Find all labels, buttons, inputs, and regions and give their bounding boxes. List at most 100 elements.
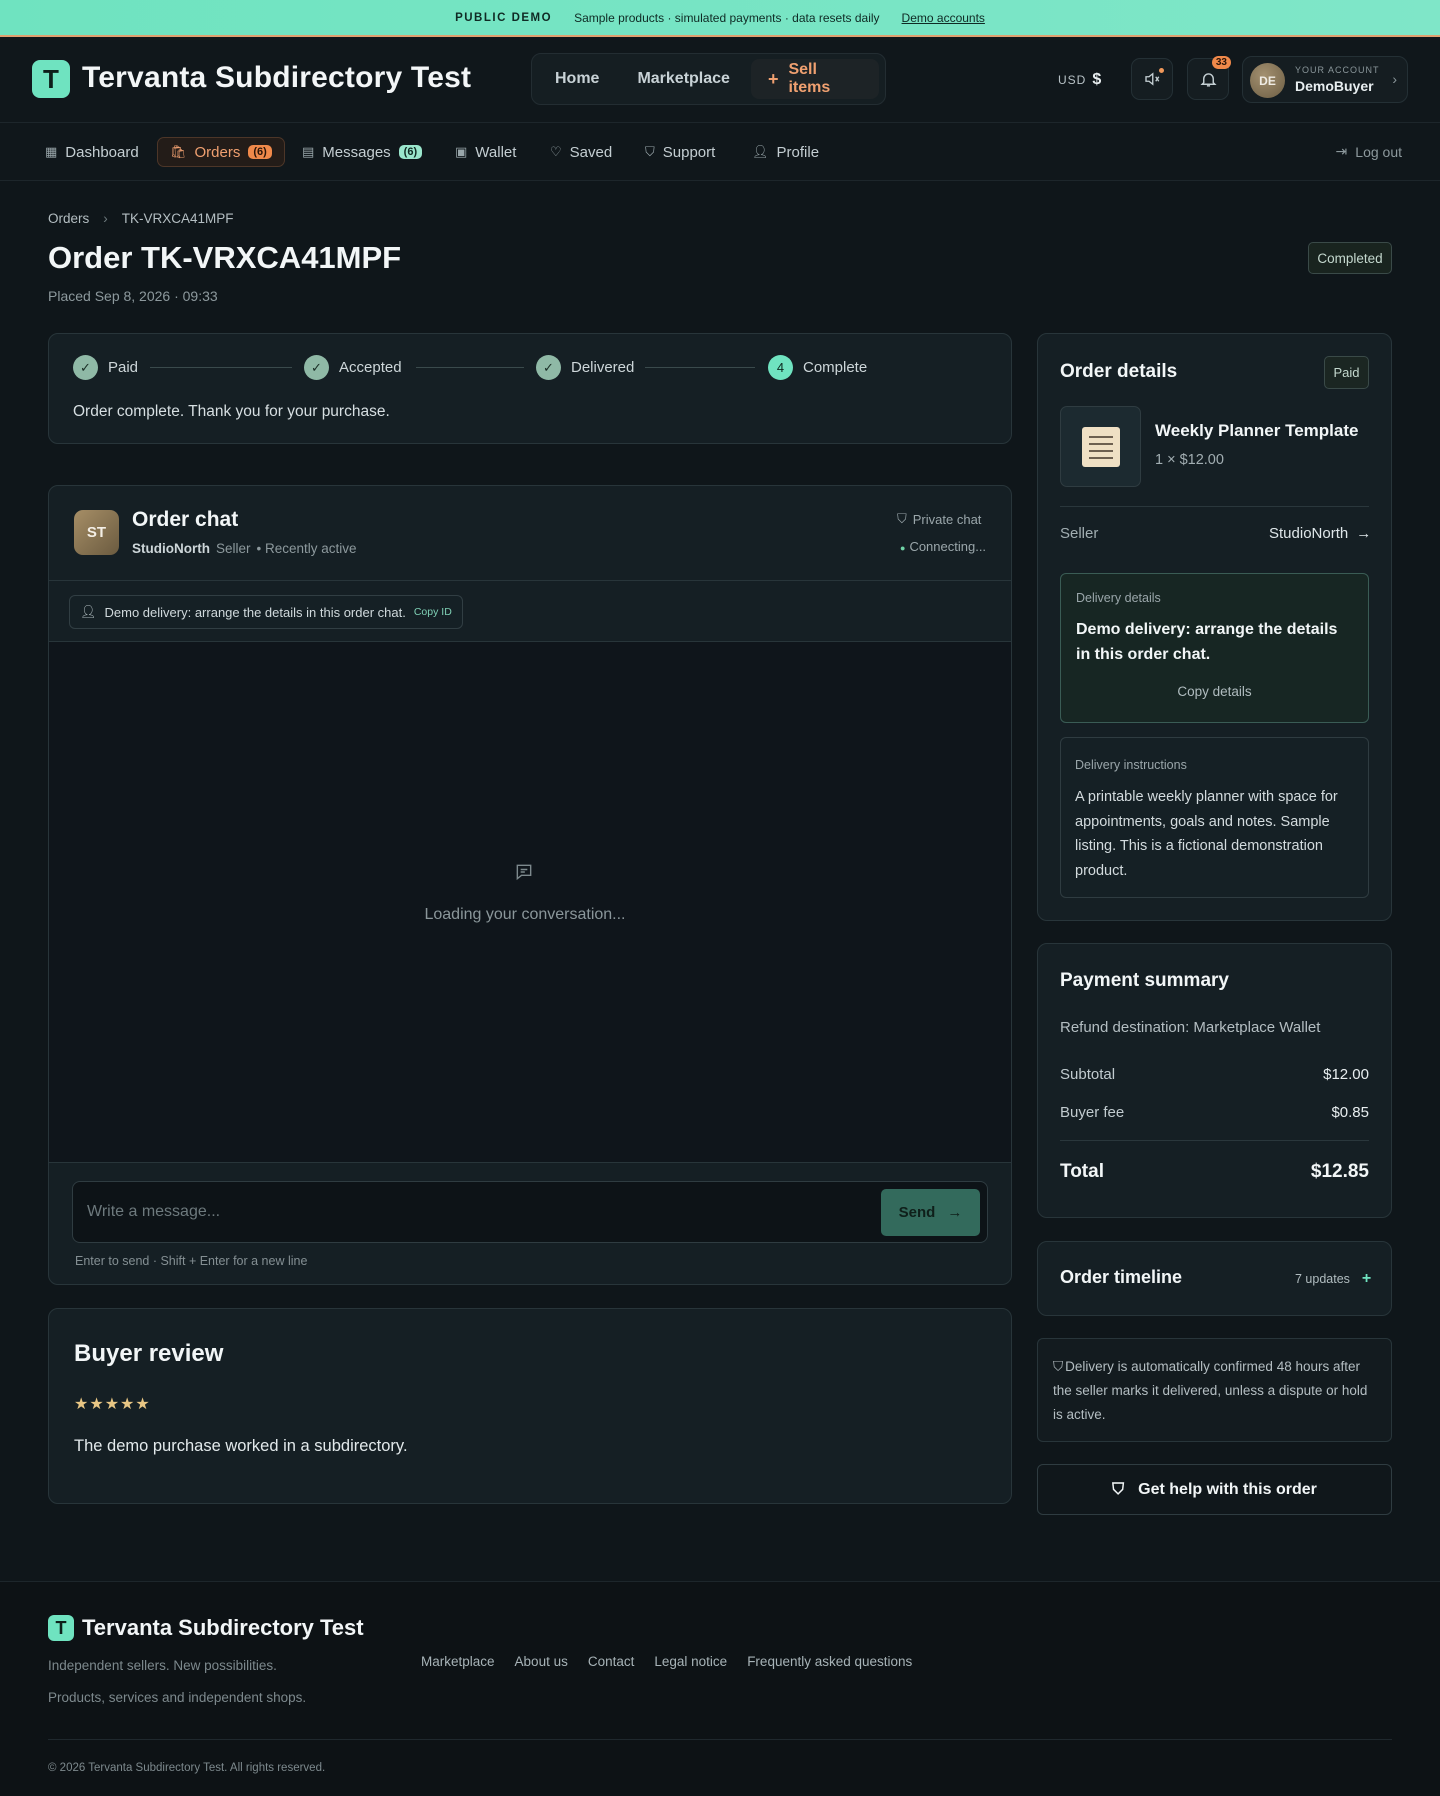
connection-status: ● Connecting...: [900, 539, 986, 554]
site-header: T Tervanta Subdirectory Test Home Market…: [0, 37, 1440, 123]
step-paid: ✓ Paid: [73, 355, 138, 380]
footer-logo-icon[interactable]: T: [48, 1615, 74, 1641]
currency-code: USD: [1058, 73, 1087, 87]
get-help-label: Get help with this order: [1138, 1480, 1317, 1498]
step-label: Complete: [803, 359, 868, 376]
notifications-button[interactable]: 33: [1187, 56, 1231, 100]
auto-confirm-text: ⛉ Delivery is automatically confirmed 48 …: [1053, 1355, 1378, 1427]
chevron-right-icon: ›: [103, 211, 108, 226]
logout-button[interactable]: ⇥ Log out: [1336, 143, 1402, 160]
subnav-label: Wallet: [475, 143, 517, 161]
plus-icon: +: [767, 68, 779, 89]
subtotal-label: Subtotal: [1060, 1066, 1116, 1083]
get-help-button[interactable]: ⛉ Get help with this order: [1037, 1464, 1392, 1515]
user-icon: 👤︎: [752, 144, 769, 159]
subnav-label: Saved: [569, 143, 613, 161]
footer-link-marketplace[interactable]: Marketplace: [421, 1654, 495, 1669]
review-text: The demo purchase worked in a subdirecto…: [74, 1437, 408, 1455]
wallet-icon: ▣: [455, 144, 468, 159]
timeline-toggle[interactable]: 7 updates +: [1295, 1270, 1371, 1288]
chat-bubble-icon: [514, 862, 534, 887]
brand-name[interactable]: Tervanta Subdirectory Test: [82, 61, 471, 95]
chevron-right-icon: ›: [1392, 71, 1397, 87]
footer-link-faq[interactable]: Frequently asked questions: [747, 1654, 912, 1669]
footer-link-contact[interactable]: Contact: [588, 1654, 635, 1669]
step-connector: [150, 367, 292, 368]
composer-hint: Enter to send · Shift + Enter for a new …: [75, 1254, 308, 1268]
step-delivered: ✓ Delivered: [536, 355, 634, 380]
progress-message: Order complete. Thank you for your purch…: [73, 403, 390, 420]
breadcrumb-current: TK-VRXCA41MPF: [121, 211, 234, 226]
send-button[interactable]: Send →: [881, 1189, 980, 1236]
breadcrumb-orders[interactable]: Orders: [48, 211, 89, 226]
shield-check-icon: ⛉: [897, 511, 907, 526]
subnav-label: Dashboard: [65, 143, 139, 161]
timeline-count: 7 updates: [1295, 1272, 1350, 1286]
unread-dot: [1159, 68, 1164, 73]
delivery-details-text: Demo delivery: arrange the details in th…: [1076, 621, 1338, 663]
subnav-wallet[interactable]: ▣ Wallet: [443, 137, 528, 167]
sell-items-button[interactable]: + Sell items: [750, 59, 879, 99]
footer-link-about[interactable]: About us: [515, 1654, 568, 1669]
heart-icon: ♡: [550, 144, 562, 159]
nav-home[interactable]: Home: [538, 59, 616, 99]
status-dot-icon: ●: [900, 543, 906, 553]
refund-destination: Refund destination: Marketplace Wallet: [1060, 1019, 1321, 1036]
message-input[interactable]: [87, 1198, 867, 1226]
subnav-support[interactable]: ⛉ Support: [633, 137, 727, 167]
currency-selector[interactable]: USD $: [1058, 71, 1102, 89]
seller-name[interactable]: StudioNorth: [132, 541, 210, 556]
product-name[interactable]: Weekly Planner Template: [1155, 421, 1358, 441]
buyer-review-card: [48, 1308, 1012, 1504]
bell-icon: [1199, 72, 1217, 87]
auto-confirm-message: Delivery is automatically confirmed 48 h…: [1053, 1359, 1368, 1422]
private-chat-text: Private chat: [912, 511, 982, 527]
buyer-fee-value: $0.85: [1331, 1104, 1369, 1121]
private-chat-label: ⛉ Private chat: [897, 511, 981, 527]
chat-messages-area[interactable]: [49, 641, 1011, 1163]
seller-label: Seller: [1060, 525, 1099, 542]
divider: [1060, 1140, 1369, 1141]
copy-id-button[interactable]: Copy ID: [414, 606, 452, 618]
status-badge: Completed: [1308, 242, 1392, 274]
product-thumbnail[interactable]: [1060, 406, 1141, 487]
footer-tagline: Independent sellers. New possibilities.: [48, 1658, 277, 1673]
logout-icon: ⇥: [1335, 143, 1348, 159]
send-label: Send: [898, 1204, 936, 1221]
account-menu[interactable]: DE YOUR ACCOUNT DemoBuyer ›: [1242, 56, 1408, 103]
copy-details-button[interactable]: Copy details: [1060, 684, 1369, 699]
message-icon: ▤: [302, 144, 315, 159]
footer-brand[interactable]: Tervanta Subdirectory Test: [82, 1615, 364, 1641]
seller-value: StudioNorth: [1269, 525, 1349, 542]
chat-participant: StudioNorth Seller • Recently active: [132, 541, 357, 556]
subnav-orders[interactable]: 🛍︎ Orders (6): [157, 137, 285, 167]
nav-marketplace[interactable]: Marketplace: [620, 59, 747, 99]
seller-avatar: ST: [74, 510, 119, 555]
document-icon: [1081, 426, 1120, 467]
subnav-dashboard[interactable]: ▦ Dashboard: [33, 137, 151, 167]
chat-title: Order chat: [132, 508, 239, 531]
logo-icon[interactable]: T: [32, 60, 70, 98]
footer-tagline-secondary: Products, services and independent shops…: [48, 1690, 307, 1705]
loading-text: Loading your conversation...: [424, 906, 626, 923]
subnav-profile[interactable]: 👤︎ Profile: [740, 137, 831, 167]
subnav-label: Profile: [776, 143, 820, 161]
subnav-label: Orders: [194, 143, 241, 161]
payment-summary-title: Payment summary: [1060, 970, 1229, 991]
subtotal-value: $12.00: [1323, 1066, 1369, 1083]
subnav-messages[interactable]: ▤ Messages (6): [290, 137, 434, 167]
step-label: Delivered: [571, 359, 635, 376]
footer-link-legal[interactable]: Legal notice: [654, 1654, 727, 1669]
shield-check-icon: ⛉: [1112, 1480, 1125, 1498]
mute-button[interactable]: [1131, 58, 1173, 100]
subnav-saved[interactable]: ♡ Saved: [538, 137, 624, 167]
step-accepted: ✓ Accepted: [304, 355, 402, 380]
shield-icon: ⛉: [645, 144, 655, 159]
account-label: YOUR ACCOUNT: [1295, 65, 1380, 75]
seller-link[interactable]: StudioNorth →: [1269, 525, 1371, 542]
orders-count-badge: (6): [248, 145, 272, 159]
demo-accounts-link[interactable]: Demo accounts: [902, 11, 985, 25]
sell-items-label: Sell items: [788, 61, 831, 96]
step-label: Accepted: [339, 359, 402, 376]
subnav-label: Support: [662, 143, 716, 161]
